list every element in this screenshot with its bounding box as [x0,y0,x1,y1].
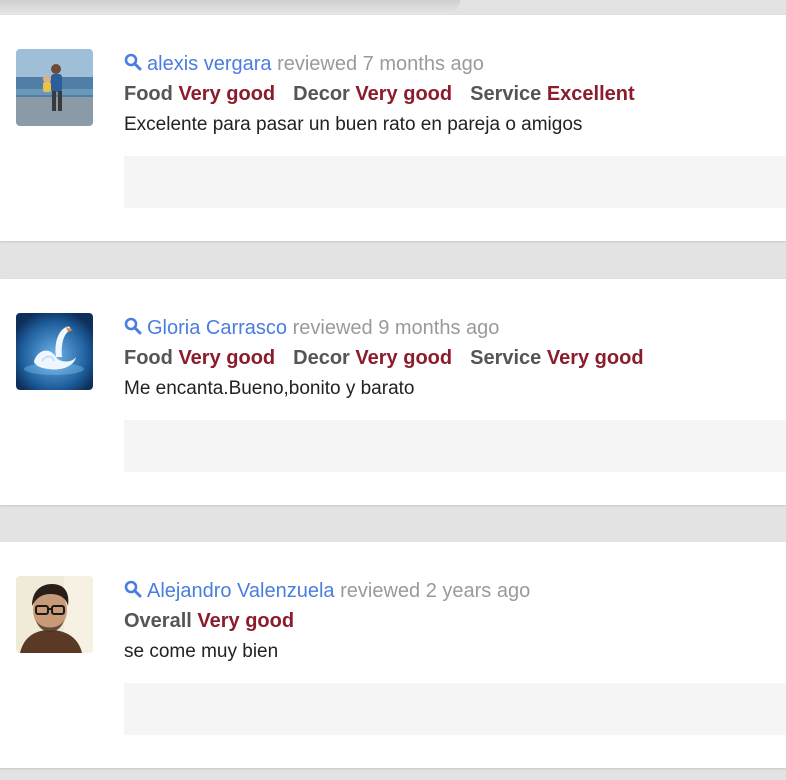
reviewer-name-link[interactable]: Alejandro Valenzuela [147,580,335,602]
rating-label: Service [470,347,542,369]
avatar[interactable] [16,49,93,126]
review-content: alexis vergara reviewed 7 months ago Foo… [124,51,786,138]
rating-value: Excellent [546,83,635,105]
search-icon [124,53,142,71]
ratings-row: Food Very good Decor Very good Service Ver… [124,344,786,372]
rating-service: Service Excellent [470,80,635,108]
comment-box[interactable] [124,156,786,208]
review-card: Alejandro Valenzuela reviewed 2 years ag… [0,542,786,768]
rating-label: Decor [293,83,350,105]
reviewer-name-link[interactable]: Gloria Carrasco [147,317,287,339]
rating-label: Food [124,83,173,105]
rating-food: Food Very good [124,80,275,108]
rating-label: Overall [124,610,192,632]
rating-value: Very good [178,83,276,105]
search-icon [124,580,142,598]
ratings-row: Overall Very good [124,607,786,635]
rating-value: Very good [355,347,453,369]
review-header: alexis vergara reviewed 7 months ago [124,51,786,77]
rating-label: Service [470,83,542,105]
rating-decor: Decor Very good [293,344,452,372]
review-text: Me encanta.Bueno,bonito y barato [124,378,415,399]
rating-label: Decor [293,347,350,369]
review-header: Gloria Carrasco reviewed 9 months ago [124,315,786,341]
review-timestamp: reviewed 2 years ago [340,580,531,602]
avatar[interactable] [16,313,93,390]
avatar[interactable] [16,576,93,653]
top-divider [0,0,460,14]
review-content: Gloria Carrasco reviewed 9 months ago Fo… [124,315,786,402]
rating-value: Very good [178,347,276,369]
rating-value: Very good [197,610,295,632]
review-timestamp: reviewed 7 months ago [277,53,484,75]
review-text: se come muy bien [124,641,279,662]
rating-value: Very good [546,347,644,369]
reviewer-name-link[interactable]: alexis vergara [147,53,272,75]
rating-overall: Overall Very good [124,607,294,635]
rating-decor: Decor Very good [293,80,452,108]
comment-box[interactable] [124,420,786,472]
review-timestamp: reviewed 9 months ago [292,317,500,339]
review-card: Gloria Carrasco reviewed 9 months ago Fo… [0,279,786,505]
review-list-page: alexis vergara reviewed 7 months ago Foo… [0,0,786,780]
rating-service: Service Very good [470,344,643,372]
rating-value: Very good [355,83,453,105]
search-icon [124,317,142,335]
comment-box[interactable] [124,683,786,735]
ratings-row: Food Very good Decor Very good Service Exc… [124,80,786,108]
review-card: alexis vergara reviewed 7 months ago Foo… [0,15,786,241]
review-content: Alejandro Valenzuela reviewed 2 years ag… [124,578,786,665]
review-text: Excelente para pasar un buen rato en par… [124,114,583,135]
rating-food: Food Very good [124,344,275,372]
review-header: Alejandro Valenzuela reviewed 2 years ag… [124,578,786,604]
rating-label: Food [124,347,173,369]
